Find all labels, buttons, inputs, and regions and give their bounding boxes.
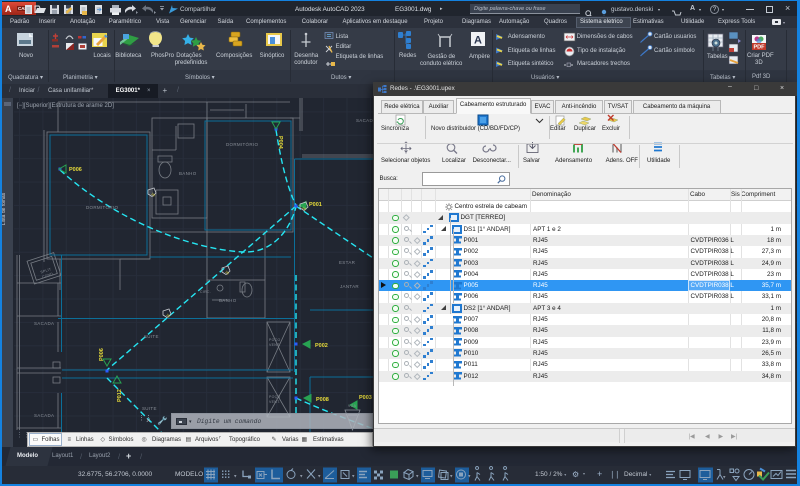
svg-text:16: 16 bbox=[150, 192, 156, 198]
svg-text:P006: P006 bbox=[99, 348, 105, 361]
svg-text:P008: P008 bbox=[316, 397, 329, 403]
svg-text:▾: ▾ bbox=[234, 474, 237, 480]
svg-text:JANTAR: JANTAR bbox=[340, 284, 359, 289]
svg-text:POÇO: POÇO bbox=[269, 395, 281, 399]
svg-text:DORMITÓRIO: DORMITÓRIO bbox=[226, 141, 258, 147]
svg-text:PDF: PDF bbox=[754, 45, 766, 51]
svg-text:▾: ▾ bbox=[300, 474, 303, 480]
svg-text:BANHO: BANHO bbox=[179, 171, 197, 176]
svg-text:P012: P012 bbox=[117, 389, 123, 402]
svg-text:P004: P004 bbox=[277, 136, 283, 150]
svg-text:A: A bbox=[474, 35, 482, 47]
svg-text:P003: P003 bbox=[359, 395, 372, 401]
svg-text:P006: P006 bbox=[69, 167, 82, 173]
svg-text:SUITE: SUITE bbox=[142, 406, 157, 411]
svg-text:P002: P002 bbox=[315, 343, 328, 349]
svg-text:VGA: VGA bbox=[348, 404, 357, 408]
svg-text:▾: ▾ bbox=[318, 474, 321, 480]
svg-text:SACADA: SACADA bbox=[34, 321, 54, 326]
svg-text:P001: P001 bbox=[309, 202, 322, 208]
svg-text:▾: ▾ bbox=[450, 474, 453, 480]
svg-text:BANHO: BANHO bbox=[219, 298, 237, 303]
svg-text:16: 16 bbox=[224, 270, 230, 276]
svg-text:▾: ▾ bbox=[468, 474, 471, 480]
svg-text:VENT.: VENT. bbox=[269, 343, 280, 347]
svg-text:CIRC.: CIRC. bbox=[200, 290, 211, 294]
svg-text:SACAD: SACAD bbox=[356, 118, 373, 123]
svg-text:16: 16 bbox=[301, 206, 307, 212]
svg-text:16: 16 bbox=[165, 313, 171, 319]
svg-text:DORMITÓRIO: DORMITÓRIO bbox=[86, 204, 118, 210]
svg-text:ESTAR: ESTAR bbox=[339, 260, 356, 265]
svg-text:▾: ▾ bbox=[416, 474, 419, 480]
svg-text:VENT.: VENT. bbox=[269, 400, 280, 404]
svg-text:SUITE: SUITE bbox=[144, 334, 159, 339]
svg-text:▾: ▾ bbox=[352, 474, 355, 480]
svg-text:SACADA: SACADA bbox=[34, 413, 54, 418]
svg-text:POÇO: POÇO bbox=[269, 338, 281, 342]
svg-text:▾: ▾ bbox=[723, 475, 726, 481]
